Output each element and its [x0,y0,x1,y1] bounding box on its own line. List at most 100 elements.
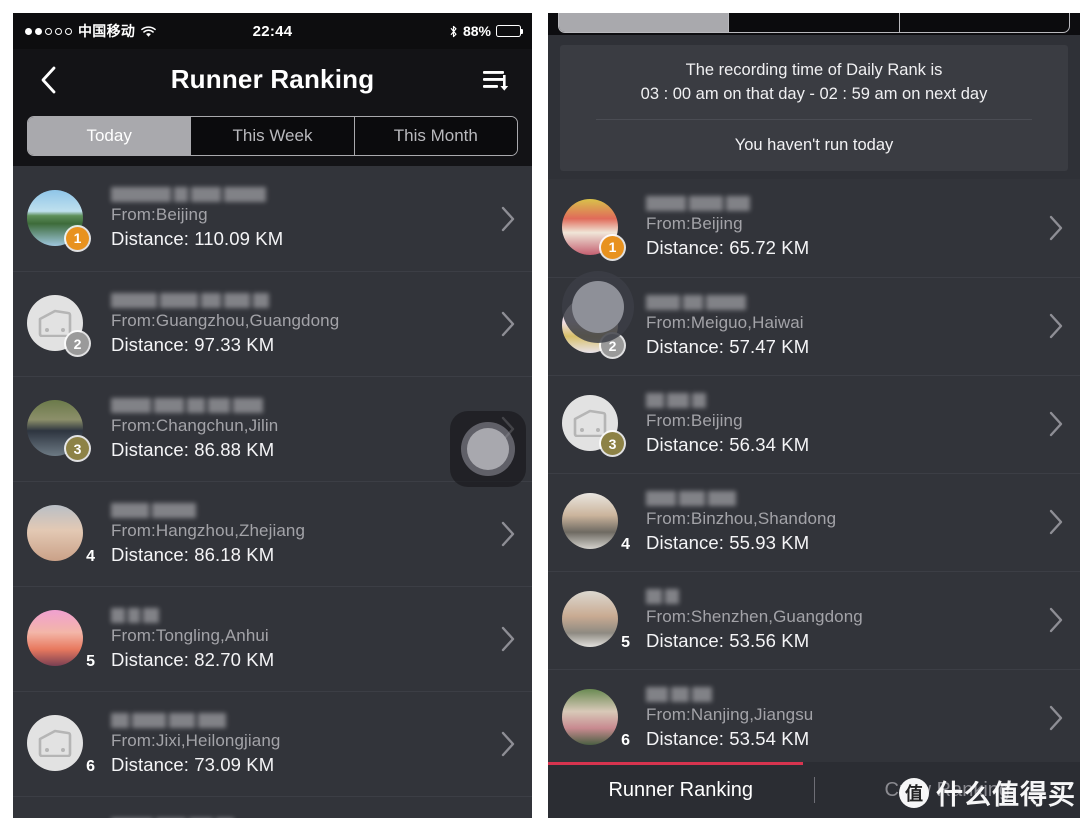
list-item[interactable]: 4 From:Binzhou,Shandong Distance: 55.93 KM [548,472,1080,571]
list-item[interactable]: 1 From:Beijing Distance: 65.72 KM [548,179,1080,277]
tab-this-month-partial[interactable] [900,13,1069,32]
watermark-text: 什么值得买 [936,780,1076,810]
avatar-wrap[interactable]: 4 [562,493,630,553]
row-location: From:Tongling,Anhui [111,625,269,645]
masked-username [646,196,1042,212]
rank-number: 6 [621,732,630,750]
row-location: From:Meiguo,Haiwai [646,312,804,332]
list-item[interactable]: 3 From:Beijing Distance: 56.34 KM [548,374,1080,473]
list-item[interactable]: 1 From:Beijing Distance: 110.09 KM [13,166,532,271]
avatar[interactable] [562,591,618,648]
avatar-placeholder-icon [38,309,72,337]
row-location: From:Beijing [646,214,743,234]
row-chevron[interactable] [1042,705,1068,731]
rank-badge: 1 [66,226,89,250]
segmented-control-partial[interactable] [548,13,1080,35]
avatar[interactable] [562,493,618,550]
runner-list-left[interactable]: 1 From:Beijing Distance: 110.09 KM 2 From:Gu… [13,166,532,818]
avatar[interactable] [562,689,618,746]
avatar[interactable] [27,610,83,666]
row-distance: Distance: 53.56 KM [646,629,810,651]
row-content: From:Jixi,Heilongjiang Distance: 73.09 KM [85,712,494,776]
avatar-wrap[interactable]: 3 [27,400,89,460]
row-location: From:Guangzhou,Guangdong [111,310,340,330]
battery-icon [496,25,524,37]
rank-number: 5 [86,653,95,670]
avatar-wrap[interactable]: 4 [27,505,95,565]
row-location: From:Beijing [646,410,743,430]
info-status-message: You haven't run today [734,135,894,154]
back-button[interactable] [35,65,61,95]
assistive-touch-button[interactable] [562,271,634,343]
masked-username [646,588,1042,604]
row-chevron[interactable] [1042,313,1068,339]
rank-number: 4 [621,536,630,554]
tab-this-week[interactable]: This Week [191,117,355,155]
avatar-wrap[interactable]: 1 [562,198,624,259]
rank-badge: 2 [66,332,89,355]
row-chevron[interactable] [1042,607,1068,633]
row-chevron[interactable] [494,626,520,652]
avatar-wrap[interactable]: 6 [27,715,95,775]
status-bar: 中国移动 22:44 88% [13,13,532,49]
tab-runner-ranking[interactable]: Runner Ranking [548,779,814,802]
avatar-wrap[interactable]: 1 [27,189,89,250]
masked-username [111,502,494,518]
row-location: From:Changchun,Jilin [111,415,279,435]
row-location: From:Beijing [111,205,208,224]
info-card-wrap: The recording time of Daily Rank is 03 :… [548,35,1080,179]
row-chevron[interactable] [1042,509,1068,535]
row-content: From:Meiguo,Haiwai Distance: 57.47 KM [620,294,1042,358]
row-content: From:Guangzhou,Guangdong Distance: 97.33 … [85,292,494,356]
watermark-logo: 值 [899,777,929,808]
page-title: Runner Ranking [170,64,375,94]
runner-list-right[interactable]: 1 From:Beijing Distance: 65.72 KM 2 From:Mei… [548,179,1080,789]
row-chevron[interactable] [494,521,520,547]
avatar-wrap[interactable]: 5 [27,610,95,670]
row-chevron[interactable] [494,731,520,757]
row-location: From:Nanjing,Jiangsu [646,704,814,724]
avatar-wrap[interactable]: 5 [562,591,630,651]
masked-username [646,686,1042,702]
rank-number: 5 [621,634,630,652]
avatar-wrap[interactable]: 2 [27,295,89,355]
list-item[interactable]: 6 From:Jixi,Heilongjiang Distance: 73.09 K… [13,691,532,796]
avatar[interactable] [27,505,83,561]
row-content: From:Binzhou,Shandong Distance: 55.93 KM [620,490,1042,554]
active-tab-indicator [548,762,804,765]
list-item[interactable]: 5 From:Shenzhen,Guangdong Distance: 53.56 … [548,570,1080,669]
masked-username [111,292,494,308]
avatar-wrap[interactable]: 6 [562,689,630,749]
row-location: From:Shenzhen,Guangdong [646,606,863,626]
row-distance: Distance: 86.18 KM [111,543,275,565]
row-content: From:Tongling,Anhui Distance: 82.70 KM [85,607,494,671]
tab-today[interactable]: Today [28,117,192,155]
period-segmented-control[interactable]: Today This Week This Month [27,116,518,156]
avatar-wrap[interactable]: 3 [562,395,624,456]
avatar[interactable] [27,715,83,771]
daily-rank-info-card: The recording time of Daily Rank is 03 :… [560,45,1068,171]
list-item[interactable]: 5 From:Tongling,Anhui Distance: 82.70 KM [13,586,532,691]
row-location: From:Binzhou,Shandong [646,508,837,528]
status-bar-time: 22:44 [252,22,293,40]
row-chevron[interactable] [1042,411,1068,437]
list-item[interactable]: 4 From:Hangzhou,Zhejiang Distance: 86.18 K… [13,481,532,586]
list-item[interactable]: 2 From:Guangzhou,Guangdong Distance: 97.33… [13,271,532,376]
sort-button[interactable] [480,66,514,94]
row-location: From:Jixi,Heilongjiang [111,730,281,750]
assistive-touch-button[interactable] [450,411,526,487]
row-chevron[interactable] [494,311,520,337]
rank-badge: 3 [66,437,89,460]
left-phone-panel: 中国移动 22:44 88% Runner Ranking Today This… [13,13,532,818]
avatar-placeholder-icon [573,410,607,438]
chevron-right-icon [1049,510,1063,535]
rank-badge: 1 [601,235,624,259]
tab-today-partial[interactable] [559,13,730,32]
list-item[interactable]: 7From:ShanghaiDistance: 66.31 KM [13,796,532,818]
row-chevron[interactable] [494,206,520,232]
row-content: From:ShanghaiDistance: 66.31 KM [85,817,494,818]
list-item[interactable]: 6 From:Nanjing,Jiangsu Distance: 53.54 KM [548,668,1080,767]
tab-this-month[interactable]: This Month [354,117,517,155]
row-chevron[interactable] [1042,215,1068,241]
tab-this-week-partial[interactable] [729,13,900,32]
